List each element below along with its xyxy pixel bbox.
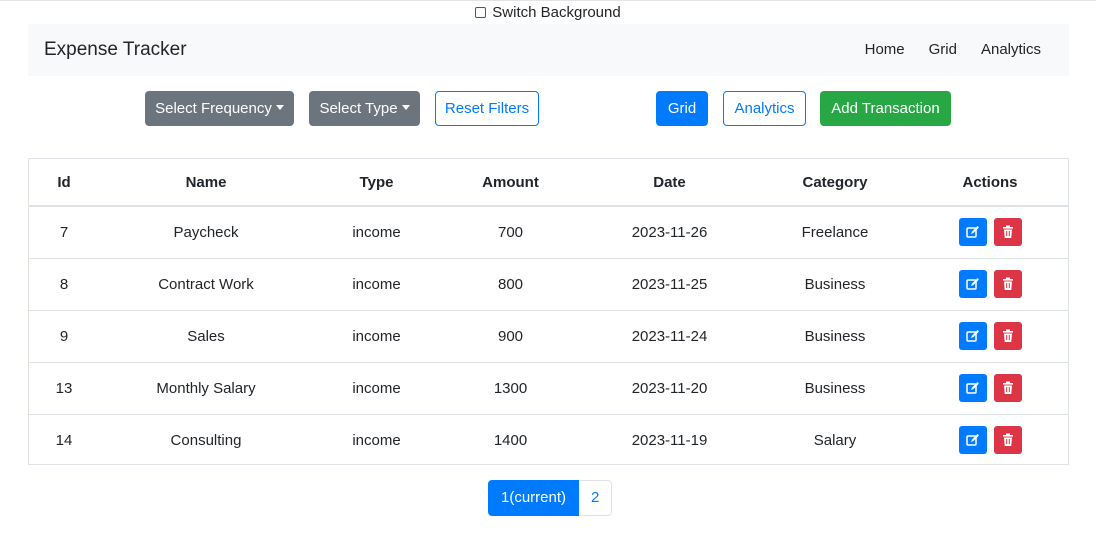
cell-amount: 800 [440, 257, 581, 310]
edit-button[interactable] [958, 322, 987, 350]
delete-button[interactable] [993, 270, 1022, 298]
cell-type: income [313, 413, 440, 466]
edit-button[interactable] [958, 218, 987, 247]
cell-type: income [352, 223, 401, 241]
cell-type: income [313, 361, 440, 414]
cell-date: 2023-11-25 [581, 257, 758, 310]
cell-actions [912, 206, 1068, 258]
nav-links: Home Grid Analytics [853, 24, 1069, 76]
switch-background-label: Switch Background [492, 4, 621, 21]
column-header-name: Name [99, 159, 313, 207]
edit-button[interactable] [958, 374, 987, 402]
cell-category: Freelance [801, 223, 869, 241]
cell-amount: 1400 [440, 413, 581, 466]
edit-icon [965, 226, 979, 238]
reset-filters-button[interactable]: Reset Filters [435, 91, 539, 126]
delete-button[interactable] [993, 218, 1022, 247]
add-transaction-button[interactable]: Add Transaction [820, 91, 951, 126]
cell-actions [912, 309, 1068, 362]
column-header-category: Category [758, 159, 912, 207]
cell-id: 9 [29, 309, 99, 362]
cell-category: Business [758, 257, 912, 310]
nav-link-grid[interactable]: Grid [917, 24, 969, 76]
top-divider [0, 0, 1096, 1]
cell-date: 2023-11-20 [581, 361, 758, 414]
cell-date: 2023-11-24 [581, 309, 758, 362]
edit-icon [965, 278, 979, 290]
edit-icon [965, 382, 979, 394]
switch-background-checkbox[interactable] [475, 7, 487, 18]
brand-title[interactable]: Expense Tracker [44, 24, 187, 76]
cell-id: 7 [59, 223, 69, 241]
delete-button[interactable] [993, 322, 1022, 350]
table-row: 9 Sales income 900 2023-11-24 Business [29, 309, 1068, 362]
navbar: Expense Tracker Home Grid Analytics [28, 24, 1069, 76]
cell-name: Monthly Salary [99, 361, 313, 414]
edit-button[interactable] [958, 426, 987, 455]
cell-name: Sales [99, 309, 313, 362]
cell-type: income [313, 309, 440, 362]
edit-button[interactable] [958, 270, 987, 298]
trash-icon [1002, 433, 1013, 447]
delete-button[interactable] [993, 426, 1022, 455]
trash-icon [1002, 277, 1013, 290]
nav-link-analytics[interactable]: Analytics [969, 24, 1069, 76]
edit-icon [965, 434, 979, 446]
caret-down-icon [401, 105, 410, 110]
cell-id: 14 [29, 413, 99, 466]
analytics-view-button[interactable]: Analytics [723, 91, 806, 126]
cell-category: Business [758, 361, 912, 414]
transactions-table: Id Name Type Amount Date Category Action… [28, 158, 1069, 466]
table-row: 7 Paycheck income 700 2023-11-26 Freelan… [29, 206, 1068, 258]
cell-actions [912, 361, 1068, 414]
select-type-dropdown[interactable]: Select Type [309, 91, 420, 126]
trash-icon [1002, 381, 1013, 394]
cell-date: 2023-11-19 [581, 413, 758, 466]
select-frequency-label: Select Frequency [155, 100, 272, 117]
cell-actions [912, 413, 1068, 466]
column-header-type: Type [313, 159, 440, 207]
caret-down-icon [275, 105, 284, 110]
select-frequency-dropdown[interactable]: Select Frequency [145, 91, 294, 126]
edit-icon [965, 330, 979, 342]
cell-amount: 900 [440, 309, 581, 362]
pagination: 1(current) 2 [488, 480, 613, 516]
grid-view-button[interactable]: Grid [656, 91, 708, 126]
cell-name: Consulting [99, 413, 313, 466]
cell-amount: 1300 [440, 361, 581, 414]
delete-button[interactable] [993, 374, 1022, 402]
table-header-row: Id Name Type Amount Date Category Action… [29, 159, 1068, 207]
cell-category: Salary [758, 413, 912, 466]
column-header-id: Id [29, 159, 99, 207]
trash-icon [1002, 329, 1013, 342]
column-header-date: Date [581, 159, 758, 207]
cell-category: Business [758, 309, 912, 362]
nav-link-home[interactable]: Home [853, 24, 917, 76]
cell-amount: 700 [497, 223, 524, 241]
column-header-amount: Amount [440, 159, 581, 207]
switch-background-row[interactable]: Switch Background [0, 4, 1096, 22]
table-row: 8 Contract Work income 800 2023-11-25 Bu… [29, 257, 1068, 310]
cell-id: 8 [29, 257, 99, 310]
cell-name: Paycheck [173, 223, 239, 241]
select-type-label: Select Type [319, 100, 398, 117]
cell-actions [912, 257, 1068, 310]
column-header-actions: Actions [912, 159, 1068, 207]
page-1-current[interactable]: 1(current) [488, 480, 580, 516]
cell-type: income [313, 257, 440, 310]
table-row: 13 Monthly Salary income 1300 2023-11-20… [29, 361, 1068, 414]
table-row: 14 Consulting income 1400 2023-11-19 Sal… [29, 413, 1068, 466]
trash-icon [1002, 225, 1013, 239]
cell-date: 2023-11-26 [631, 223, 708, 241]
cell-id: 13 [29, 361, 99, 414]
page-2-link[interactable]: 2 [579, 480, 613, 516]
cell-name: Contract Work [99, 257, 313, 310]
